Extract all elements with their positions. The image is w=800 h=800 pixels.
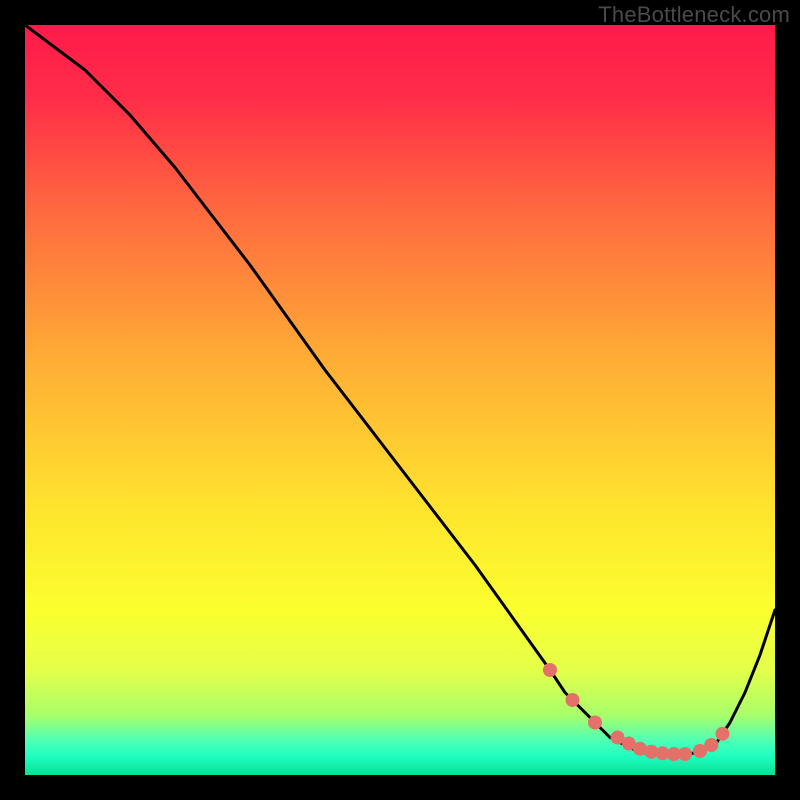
chart-frame: TheBottleneck.com — [0, 0, 800, 800]
marker-dot — [543, 663, 557, 677]
gradient-background — [25, 25, 775, 775]
plot-svg — [25, 25, 775, 775]
marker-dot — [588, 716, 602, 730]
marker-dot — [704, 738, 718, 752]
marker-dot — [678, 747, 692, 761]
watermark-text: TheBottleneck.com — [598, 2, 790, 28]
plot-area — [25, 25, 775, 775]
marker-dot — [566, 693, 580, 707]
marker-dot — [716, 727, 730, 741]
